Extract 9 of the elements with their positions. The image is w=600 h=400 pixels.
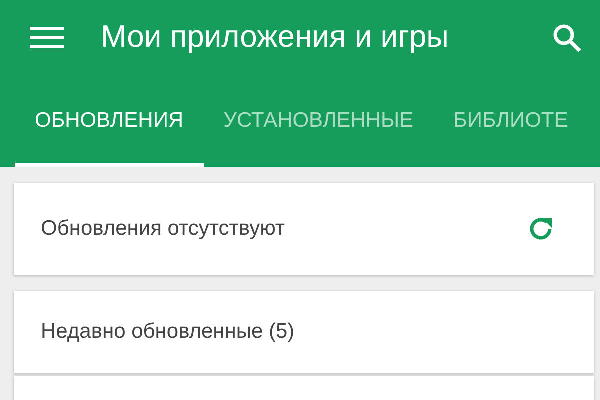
menu-icon[interactable]	[30, 26, 64, 48]
refresh-icon[interactable]	[528, 216, 554, 242]
app-title: Мои приложения и игры	[101, 18, 449, 56]
search-icon[interactable]	[552, 22, 582, 52]
card-title[interactable]: Недавно обновленные (5)	[41, 316, 295, 348]
tab[interactable]: БИБЛИОТЕ	[434, 75, 588, 167]
card-title: Обновления отсутствуют	[41, 216, 285, 242]
tab[interactable]: УСТАНОВЛЕННЫЕ	[204, 75, 434, 167]
tab[interactable]: ОБНОВЛЕНИЯ	[15, 75, 204, 167]
